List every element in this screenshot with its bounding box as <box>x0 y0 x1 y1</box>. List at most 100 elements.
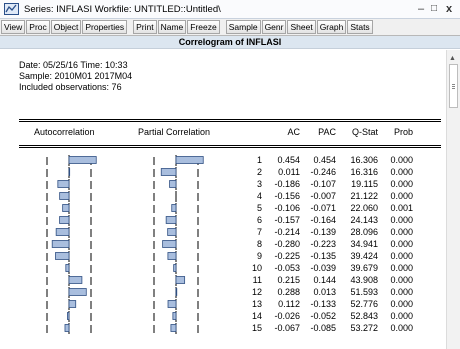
lag-cell: 11 <box>252 275 262 285</box>
ac-cell: -0.186 <box>274 179 300 189</box>
toolbar: View Proc Object Properties Print Name F… <box>0 19 460 36</box>
grip-line <box>452 88 455 89</box>
pac-cell: -0.139 <box>310 227 336 237</box>
prob-cell: 0.000 <box>390 299 413 309</box>
table-header-rule <box>19 145 441 146</box>
scroll-up-arrow-icon[interactable]: ▲ <box>449 55 456 62</box>
qstat-cell: 34.941 <box>350 239 378 249</box>
ac-cell: -0.156 <box>274 191 300 201</box>
ac-cell: 0.215 <box>277 275 300 285</box>
pac-cell: -0.107 <box>310 179 336 189</box>
sample-button[interactable]: Sample <box>225 20 261 34</box>
pac-cell: -0.133 <box>310 299 336 309</box>
ac-cell: 0.288 <box>277 287 300 297</box>
pac-cell: -0.039 <box>310 263 336 273</box>
properties-button[interactable]: Properties <box>82 20 128 34</box>
ac-cell: -0.225 <box>274 251 300 261</box>
lag-cell: 14 <box>251 311 262 321</box>
grip-line <box>452 86 455 87</box>
pac-cell: -0.071 <box>310 203 336 213</box>
freeze-button[interactable]: Freeze <box>187 20 220 34</box>
lag-cell: 4 <box>256 191 262 201</box>
prob-cell: 0.000 <box>390 191 413 201</box>
qstat-cell: 21.122 <box>350 191 378 201</box>
prob-cell: 0.000 <box>390 239 413 249</box>
qstat-cell: 16.306 <box>350 155 378 165</box>
view-button[interactable]: View <box>1 20 26 34</box>
date-line: Date: 05/25/16 Time: 10:33 <box>19 60 128 70</box>
prob-cell: 0.000 <box>390 311 413 321</box>
prob-header: Prob <box>393 127 413 137</box>
proc-button[interactable]: Proc <box>26 20 50 34</box>
qstat-cell: 43.908 <box>350 275 378 285</box>
object-button[interactable]: Object <box>50 20 82 34</box>
maximize-button[interactable]: □ <box>431 2 437 16</box>
pac-cell: -0.135 <box>310 251 336 261</box>
prob-cell: 0.000 <box>390 275 413 285</box>
sheet-button[interactable]: Sheet <box>287 20 316 34</box>
minimize-button[interactable]: – <box>418 2 424 16</box>
pac-cell: 0.144 <box>313 275 336 285</box>
lag-cell: 8 <box>256 239 262 249</box>
qstat-cell: 51.593 <box>350 287 378 297</box>
ac-cell: -0.106 <box>274 203 300 213</box>
ac-cell: -0.280 <box>274 239 300 249</box>
genr-button[interactable]: Genr <box>261 20 287 34</box>
qstat-cell: 53.272 <box>350 323 378 333</box>
prob-cell: 0.000 <box>390 227 413 237</box>
qstat-header: Q-Stat <box>351 127 378 137</box>
lag-cell: 3 <box>256 179 262 189</box>
qstat-cell: 19.115 <box>351 179 378 189</box>
pac-cell: -0.085 <box>310 323 336 333</box>
lag-cell: 15 <box>251 323 262 333</box>
lag-cell: 7 <box>256 227 262 237</box>
graph-button[interactable]: Graph <box>316 20 347 34</box>
partial-correlation-header: Partial Correlation <box>138 127 211 137</box>
prob-cell: 0.000 <box>390 251 413 261</box>
close-button[interactable]: x <box>446 2 452 16</box>
pac-cell: -0.052 <box>310 311 336 321</box>
pac-cell: 0.454 <box>313 155 336 165</box>
table-top-rule <box>19 119 441 120</box>
window-title: Series: INFLASI Workfile: UNTITLED::Unti… <box>24 3 221 15</box>
observations-line: Included observations: 76 <box>19 82 122 92</box>
prob-cell: 0.000 <box>390 167 413 177</box>
vertical-scrollbar[interactable]: ▲ <box>446 50 460 349</box>
qstat-cell: 39.424 <box>350 251 378 261</box>
qstat-cell: 52.843 <box>350 311 378 321</box>
prob-cell: 0.000 <box>390 215 413 225</box>
qstat-cell: 16.316 <box>350 167 378 177</box>
table-top-rule <box>19 121 441 122</box>
table-header-rule <box>19 147 441 148</box>
autocorrelation-header: Autocorrelation <box>34 127 95 137</box>
scroll-thumb[interactable] <box>449 64 458 108</box>
lag-cell: 2 <box>256 167 262 177</box>
lag-cell: 13 <box>251 299 262 309</box>
lag-cell: 12 <box>251 287 262 297</box>
pac-header: PAC <box>318 127 336 137</box>
ac-cell: -0.067 <box>274 323 300 333</box>
prob-cell: 0.000 <box>390 155 413 165</box>
grip-line <box>452 84 455 85</box>
series-window-icon <box>4 3 19 15</box>
ac-cell: 0.454 <box>277 155 300 165</box>
ac-cell: 0.011 <box>278 167 300 177</box>
ac-cell: -0.214 <box>274 227 300 237</box>
sample-line: Sample: 2010M01 2017M04 <box>19 71 133 81</box>
prob-cell: 0.000 <box>390 179 413 189</box>
lag-cell: 9 <box>256 251 262 261</box>
pac-cell: -0.007 <box>310 191 336 201</box>
prob-cell: 0.001 <box>390 203 413 213</box>
prob-cell: 0.000 <box>390 263 413 273</box>
correlogram-output: Date: 05/25/16 Time: 10:33 Sample: 2010M… <box>0 50 446 349</box>
qstat-cell: 52.776 <box>350 299 378 309</box>
stats-button[interactable]: Stats <box>347 20 373 34</box>
lag-cell: 5 <box>256 203 262 213</box>
title-bar[interactable]: Series: INFLASI Workfile: UNTITLED::Unti… <box>0 0 460 19</box>
print-button[interactable]: Print <box>133 20 157 34</box>
pac-cell: -0.223 <box>310 239 336 249</box>
ac-cell: -0.157 <box>274 215 300 225</box>
ac-cell: 0.112 <box>278 299 300 309</box>
qstat-cell: 22.060 <box>350 203 378 213</box>
name-button[interactable]: Name <box>157 20 187 34</box>
